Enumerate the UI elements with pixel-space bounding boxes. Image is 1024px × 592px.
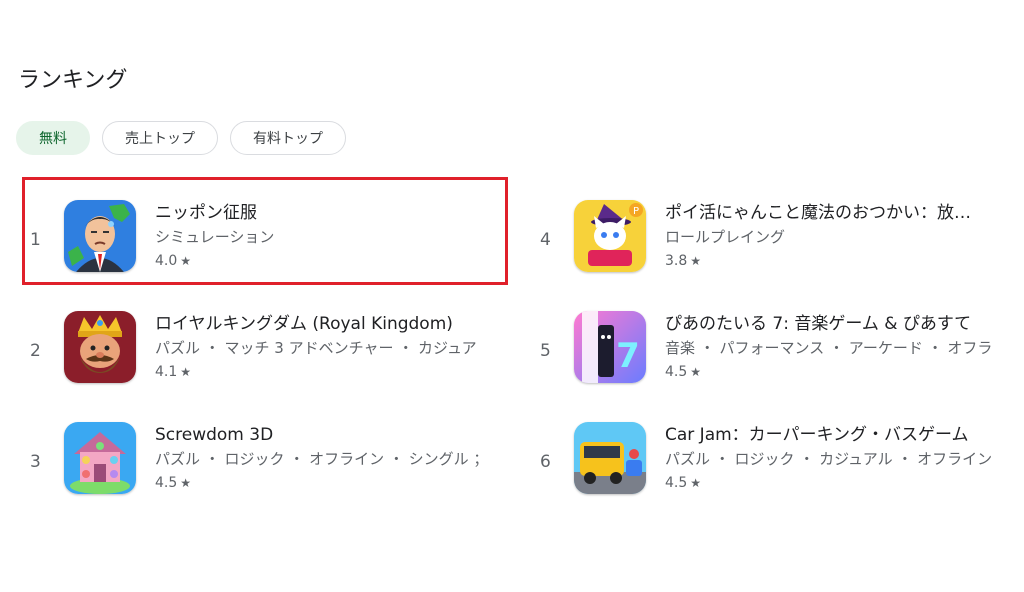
app-category: パズル ・ ロジック ・ カジュアル ・ オフライン — [665, 450, 993, 468]
app-name[interactable]: Screwdom 3D — [155, 424, 500, 446]
app-category: 音楽 ・ パフォーマンス ・ アーケード ・ オフラ — [665, 339, 993, 357]
rank-number: 6 — [540, 452, 551, 472]
rank-number: 1 — [30, 230, 41, 250]
rating-value: 4.5 — [665, 364, 688, 380]
app-name[interactable]: ニッポン征服 — [155, 202, 500, 224]
star-icon: ★ — [690, 476, 702, 490]
star-icon: ★ — [690, 365, 702, 379]
screw-house-icon[interactable] — [64, 422, 136, 494]
app-item[interactable]: 1 ニッポン征服 シミュレーション 4.0 ★ — [28, 186, 508, 297]
section-title: ランキング — [18, 68, 128, 93]
star-icon: ★ — [180, 476, 192, 490]
app-category: パズル ・ ロジック ・ オフライン ・ シングル ； — [155, 450, 489, 468]
chip-top-grossing[interactable]: 売上トップ — [102, 121, 218, 155]
rank-number: 3 — [30, 452, 41, 472]
app-rating: 4.0 ★ — [155, 250, 500, 272]
rank-number: 5 — [540, 341, 551, 361]
chip-top-paid[interactable]: 有料トップ — [230, 121, 346, 155]
ranking-list-right: 4 P ポイ活にゃんこと魔法のおつかい：放… ロールプレイング 3.8★ 5 — [538, 186, 1018, 519]
witch-cat-icon[interactable]: P — [574, 200, 646, 272]
star-icon: ★ — [180, 254, 192, 268]
app-item[interactable]: 4 P ポイ活にゃんこと魔法のおつかい：放… ロールプレイング 3.8 ★ — [538, 186, 1018, 297]
app-name[interactable]: ロイヤルキングダム (Royal Kingdom) — [155, 313, 500, 335]
svg-text:P: P — [633, 206, 639, 217]
rating-value: 3.8 — [665, 253, 688, 269]
app-rating: 4.5 ★ — [665, 472, 1010, 494]
svg-text:7: 7 — [616, 336, 640, 376]
app-category: ロールプレイング — [665, 228, 786, 246]
piano-tile-icon[interactable]: 7 — [574, 311, 646, 383]
star-icon: ★ — [690, 254, 702, 268]
rating-value: 4.5 — [155, 475, 178, 491]
filter-chips: 無料 売上トップ 有料トップ — [16, 121, 346, 155]
app-rating: 4.1 ★ — [155, 361, 500, 383]
app-rating: 4.5 ★ — [155, 472, 500, 494]
app-category: パズル ・ マッチ 3 アドベンチャー ・ カジュア — [155, 339, 477, 357]
app-rating: 3.8 ★ — [665, 250, 1010, 272]
rank-number: 2 — [30, 341, 41, 361]
app-item[interactable]: 2 ロイヤルキングダム (Royal Kingdom) パズル ・ マッチ 3 … — [28, 297, 508, 408]
app-item[interactable]: 5 7 ぴあのたいる 7: 音楽ゲーム & ぴあすて 音楽 ・ パフォーマンス — [538, 297, 1018, 408]
king-icon[interactable] — [64, 311, 136, 383]
rating-value: 4.0 — [155, 253, 178, 269]
rank-number: 4 — [540, 230, 551, 250]
politician-icon[interactable] — [64, 200, 136, 272]
bus-icon[interactable] — [574, 422, 646, 494]
ranking-list-left: 1 ニッポン征服 シミュレーション 4.0 ★ 2 ロイヤルキングダム (Roy… — [28, 186, 508, 519]
app-item[interactable]: 3 Screwdom 3D パズル ・ ロジック ・ オフライン ・ シングル … — [28, 408, 508, 519]
rating-value: 4.1 — [155, 364, 178, 380]
app-name[interactable]: ぴあのたいる 7: 音楽ゲーム & ぴあすて — [665, 313, 1010, 335]
app-name[interactable]: ポイ活にゃんこと魔法のおつかい：放… — [665, 202, 1010, 224]
app-rating: 4.5 ★ — [665, 361, 1010, 383]
rating-value: 4.5 — [665, 475, 688, 491]
chip-free[interactable]: 無料 — [16, 121, 90, 155]
app-name[interactable]: Car Jam：カーパーキング・バスゲーム — [665, 424, 1010, 446]
app-category: シミュレーション — [155, 228, 275, 246]
star-icon: ★ — [180, 365, 192, 379]
app-item[interactable]: 6 Car Jam：カーパーキング・バスゲーム パズル ・ ロジック ・ カジュ… — [538, 408, 1018, 519]
